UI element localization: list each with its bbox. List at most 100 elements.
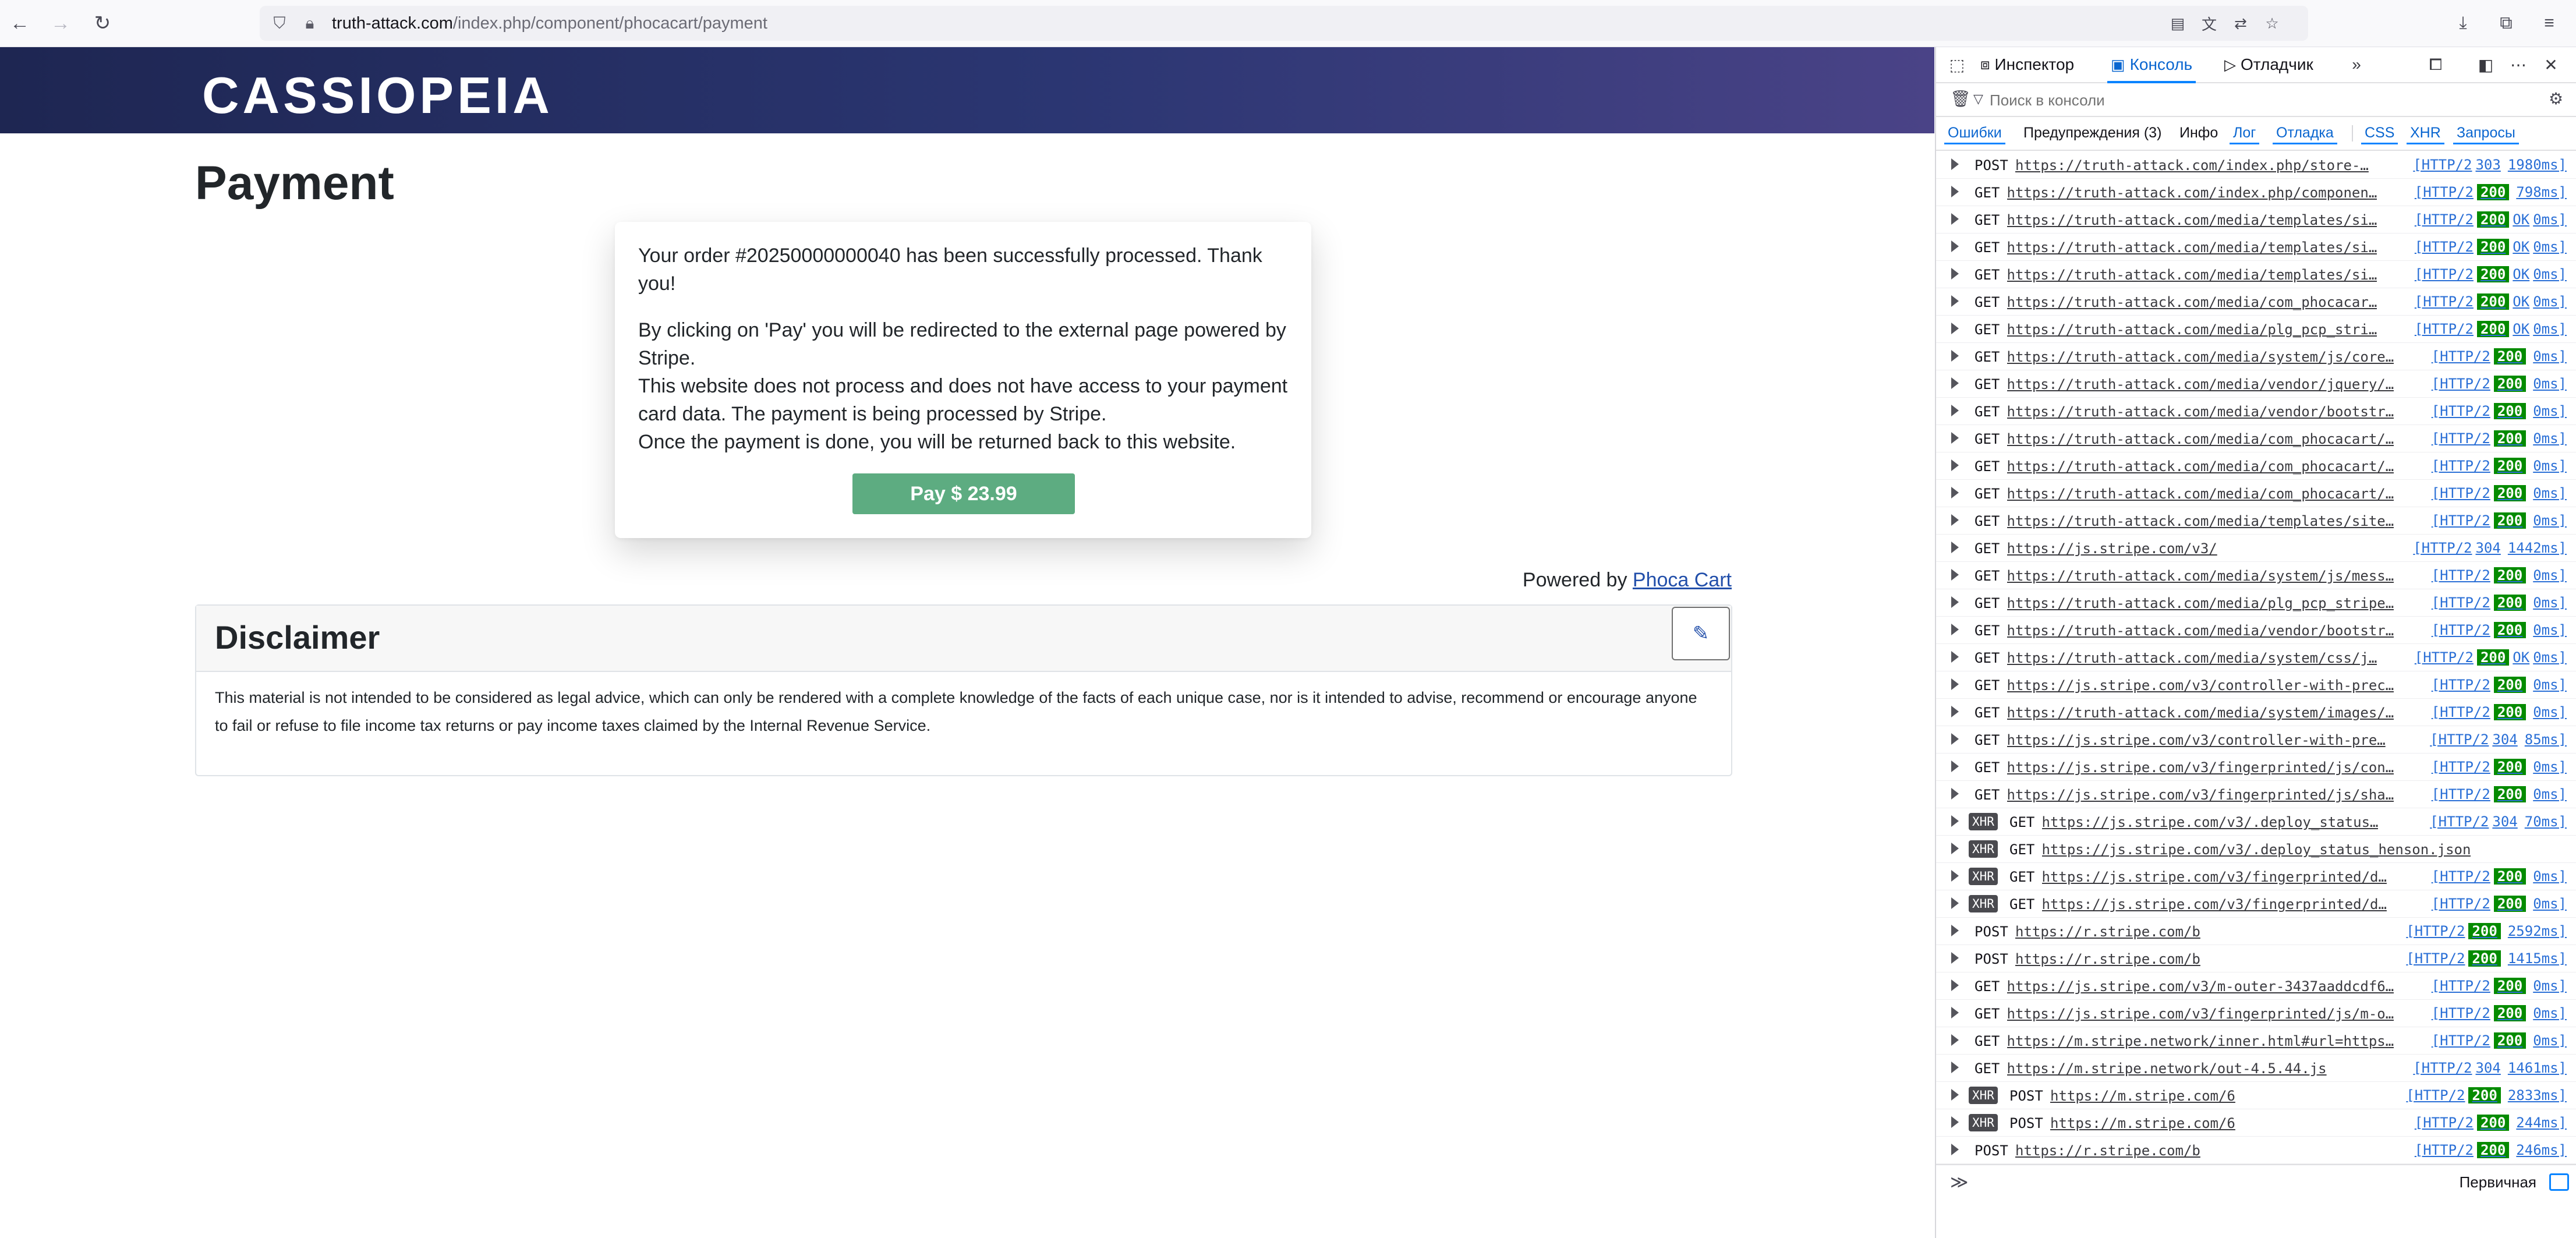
menu-icon[interactable]: ≡ [2536, 10, 2562, 36]
request-url[interactable]: https://m.stripe.com/6 [2050, 1115, 2235, 1131]
console-row[interactable]: GET https://truth-attack.com/media/vendor… [1936, 397, 2576, 425]
expand-triangle-icon[interactable] [1951, 870, 1959, 882]
request-url[interactable]: https://truth-attack.com/media/templates… [2007, 267, 2377, 283]
console-row[interactable]: XHR POST https://m.stripe.com/6 [HTTP/2 200 2… [1936, 1081, 2576, 1109]
console-row[interactable]: GET https://truth-attack.com/media/vendor… [1936, 616, 2576, 644]
console-row[interactable]: GET https://truth-attack.com/media/vendor… [1936, 370, 2576, 398]
request-url[interactable]: https://truth-attack.com/media/templates… [2007, 239, 2377, 256]
console-row[interactable]: GET https://m.stripe.network/inner.html#u… [1936, 1027, 2576, 1055]
request-url[interactable]: https://r.stripe.com/b [2015, 951, 2200, 967]
console-row[interactable]: GET https://truth-attack.com/media/plg_pc… [1936, 589, 2576, 617]
request-meta[interactable]: [HTTP/2 200 0ms] [2432, 512, 2567, 529]
expand-triangle-icon[interactable] [1951, 733, 1959, 745]
request-url[interactable]: https://r.stripe.com/b [2015, 1143, 2200, 1159]
request-url[interactable]: https://truth-attack.com/media/templates… [2007, 513, 2394, 529]
settings-gear-icon[interactable]: ⚙ [2549, 89, 2563, 108]
request-meta[interactable]: [HTTP/2 200 OK 0ms] [2415, 266, 2567, 283]
request-meta[interactable]: [HTTP/2 200 0ms] [2432, 703, 2567, 721]
request-meta[interactable]: [HTTP/2 200 0ms] [2432, 1004, 2567, 1022]
console-row[interactable]: XHR GET https://js.stripe.com/v3/fingerpri… [1936, 890, 2576, 918]
expand-triangle-icon[interactable] [1951, 542, 1959, 553]
dock-icon[interactable]: ◧ [2474, 53, 2497, 76]
console-row[interactable]: GET https://truth-attack.com/index.php/co… [1936, 178, 2576, 206]
tab-console[interactable]: ▣ Консоль [2107, 52, 2196, 83]
category-info[interactable]: Инфо [2176, 123, 2221, 143]
console-row[interactable]: GET https://js.stripe.com/v3/fingerprinte… [1936, 780, 2576, 808]
forward-arrow-icon[interactable]: → [47, 9, 75, 37]
request-meta[interactable]: [HTTP/2 303 1980ms] [2413, 156, 2567, 174]
request-meta[interactable]: [HTTP/2 200 0ms] [2432, 348, 2567, 365]
request-meta[interactable]: [HTTP/2 200 2833ms] [2406, 1087, 2567, 1104]
translate-page-icon[interactable]: ⇄ [2230, 13, 2251, 34]
tab-inspector[interactable]: ⧈ Инспектор [1980, 52, 2074, 77]
request-meta[interactable]: [HTTP/2 200 0ms] [2432, 484, 2567, 502]
expand-triangle-icon[interactable] [1951, 350, 1959, 362]
console-row[interactable]: GET https://truth-attack.com/media/templa… [1936, 260, 2576, 288]
request-meta[interactable]: [HTTP/2 304 70ms] [2430, 813, 2567, 830]
request-url[interactable]: https://truth-attack.com/media/com_phoca… [2007, 486, 2394, 502]
request-meta[interactable]: [HTTP/2 200 0ms] [2432, 1032, 2567, 1049]
console-row[interactable]: GET https://truth-attack.com/media/system… [1936, 643, 2576, 671]
url-bar[interactable]: ⛉ 🔒︎ truth-attack.com/index.php/componen… [260, 6, 2308, 41]
expand-triangle-icon[interactable] [1951, 678, 1959, 690]
phoca-cart-link[interactable]: Phoca Cart [1633, 569, 1732, 591]
expand-triangle-icon[interactable] [1951, 1062, 1959, 1073]
expand-triangle-icon[interactable] [1951, 295, 1959, 307]
expand-triangle-icon[interactable] [1951, 405, 1959, 416]
request-url[interactable]: https://truth-attack.com/media/templates… [2007, 212, 2377, 228]
console-row[interactable]: GET https://js.stripe.com/v3/m-outer-3437… [1936, 972, 2576, 1000]
expand-triangle-icon[interactable] [1951, 925, 1959, 936]
request-url[interactable]: https://js.stripe.com/v3/.deploy_status_… [2042, 841, 2471, 858]
request-url[interactable]: https://truth-attack.com/media/vendor/bo… [2007, 622, 2394, 639]
pay-button[interactable]: Pay $ 23.99 [852, 473, 1075, 514]
request-url[interactable]: https://truth-attack.com/media/system/js… [2007, 568, 2394, 584]
console-prompt-icon[interactable]: ≫ [1950, 1172, 1968, 1193]
request-meta[interactable]: [HTTP/2 200 0ms] [2432, 621, 2567, 639]
console-row[interactable]: XHR GET https://js.stripe.com/v3/.deploy_s… [1936, 808, 2576, 836]
expand-triangle-icon[interactable] [1951, 268, 1959, 280]
request-url[interactable]: https://truth-attack.com/media/system/im… [2007, 705, 2394, 721]
console-row[interactable]: GET https://truth-attack.com/media/system… [1936, 561, 2576, 589]
expand-triangle-icon[interactable] [1951, 323, 1959, 334]
request-meta[interactable]: [HTTP/2 200 0ms] [2432, 430, 2567, 447]
request-url[interactable]: https://js.stripe.com/v3/fingerprinted/d… [2042, 869, 2387, 885]
console-row[interactable]: POST https://truth-attack.com/index.php/s… [1936, 151, 2576, 179]
console-row[interactable]: GET https://truth-attack.com/media/com_ph… [1936, 452, 2576, 480]
category-xhr[interactable]: XHR [2407, 123, 2444, 144]
request-url[interactable]: https://js.stripe.com/v3/fingerprinted/j… [2007, 1006, 2394, 1022]
console-row[interactable]: GET https://truth-attack.com/media/system… [1936, 342, 2576, 370]
translate-icon[interactable]: 文 [2199, 13, 2220, 34]
bookmark-star-icon[interactable]: ☆ [2262, 13, 2283, 34]
request-url[interactable]: https://truth-attack.com/media/plg_pcp_s… [2007, 595, 2394, 611]
request-url[interactable]: https://js.stripe.com/v3/fingerprinted/j… [2007, 787, 2394, 803]
request-meta[interactable]: [HTTP/2 200 0ms] [2432, 567, 2567, 584]
tab-debugger[interactable]: ▷ Отладчик [2224, 52, 2313, 77]
console-row[interactable]: POST https://r.stripe.com/b [HTTP/2 200 1415… [1936, 945, 2576, 972]
expand-triangle-icon[interactable] [1951, 1144, 1959, 1155]
console-row[interactable]: XHR GET https://js.stripe.com/v3/fingerpri… [1936, 862, 2576, 890]
request-url[interactable]: https://truth-attack.com/media/vendor/jq… [2007, 376, 2394, 392]
context-selector[interactable]: Первичная [2460, 1173, 2536, 1191]
request-meta[interactable]: [HTTP/2 200 0ms] [2432, 786, 2567, 803]
expand-triangle-icon[interactable] [1951, 596, 1959, 608]
back-arrow-icon[interactable]: ← [6, 9, 34, 37]
trash-icon[interactable]: 🗑︎ [1950, 89, 1971, 108]
console-row[interactable]: GET https://truth-attack.com/media/com_ph… [1936, 425, 2576, 452]
more-tabs-icon[interactable]: » [2345, 53, 2368, 76]
request-url[interactable]: https://js.stripe.com/v3/m-outer-3437aad… [2007, 978, 2394, 995]
request-meta[interactable]: [HTTP/2 200 0ms] [2432, 868, 2567, 885]
console-row[interactable]: POST https://r.stripe.com/b [HTTP/2 200 2592… [1936, 917, 2576, 945]
console-row[interactable]: POST https://r.stripe.com/b [HTTP/2 200 246m… [1936, 1136, 2576, 1164]
request-meta[interactable]: [HTTP/2 200 OK 0ms] [2415, 211, 2567, 228]
request-meta[interactable]: [HTTP/2 200 0ms] [2432, 676, 2567, 694]
console-row[interactable]: XHR POST https://m.stripe.com/6 [HTTP/2 200 2… [1936, 1109, 2576, 1137]
editor-toggle-icon[interactable] [2549, 1173, 2569, 1191]
request-url[interactable]: https://js.stripe.com/v3/fingerprinted/j… [2007, 759, 2394, 776]
console-row[interactable]: XHR GET https://js.stripe.com/v3/.deploy_s… [1936, 835, 2576, 863]
expand-triangle-icon[interactable] [1951, 213, 1959, 225]
request-meta[interactable]: [HTTP/2 200 0ms] [2432, 375, 2567, 392]
expand-triangle-icon[interactable] [1951, 432, 1959, 444]
expand-triangle-icon[interactable] [1951, 1116, 1959, 1128]
console-row[interactable]: GET https://truth-attack.com/media/com_ph… [1936, 288, 2576, 316]
request-url[interactable]: https://truth-attack.com/index.php/compo… [2007, 185, 2377, 201]
